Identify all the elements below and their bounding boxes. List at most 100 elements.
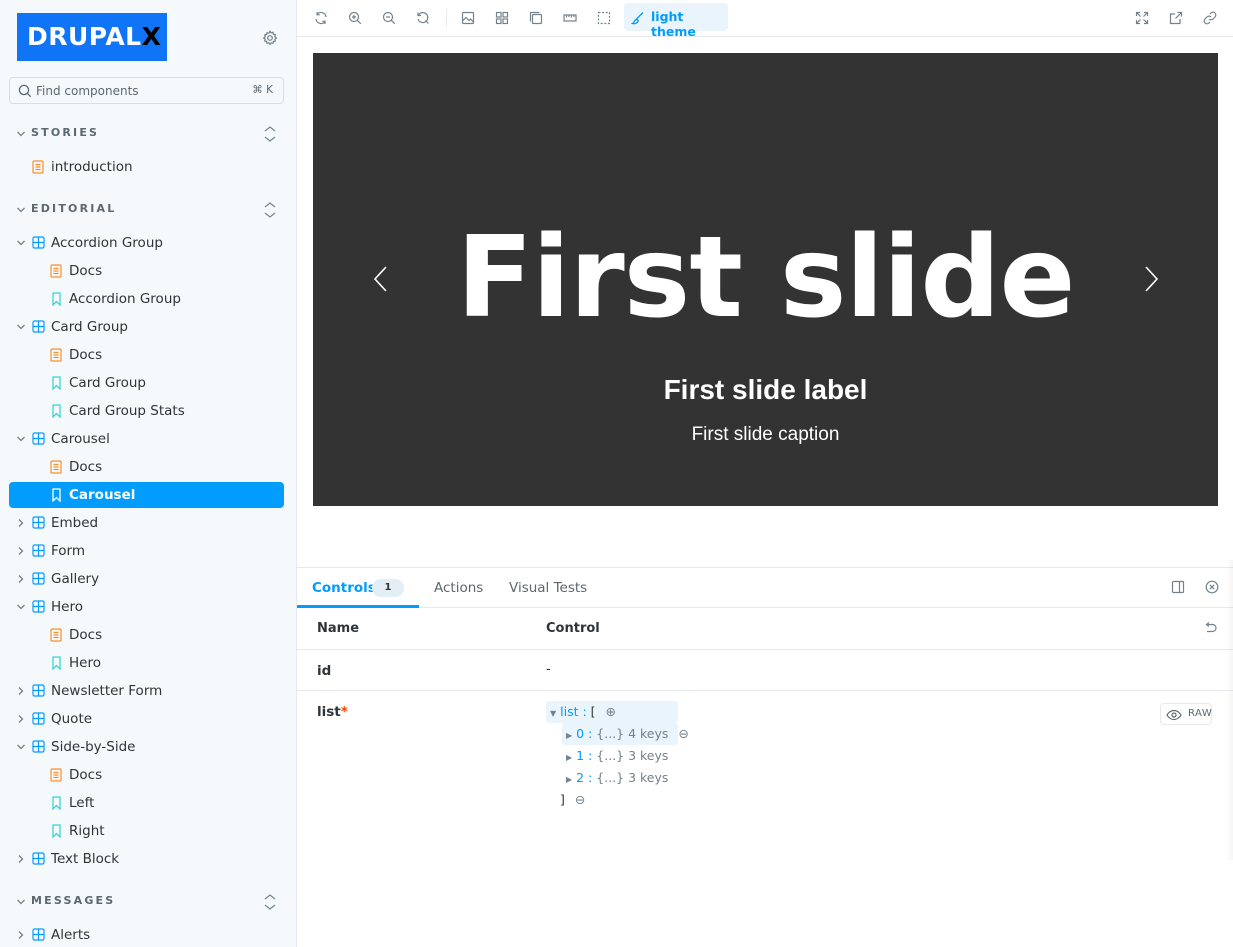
sidebar-item-card-group[interactable]: Card Group: [9, 314, 284, 340]
toolbar-divider: [446, 9, 447, 27]
sidebar-item-hero-docs[interactable]: Docs: [9, 622, 284, 648]
fullscreen-button[interactable]: [1130, 6, 1154, 30]
measure-button[interactable]: [558, 6, 582, 30]
sidebar-item-side-by-side-docs[interactable]: Docs: [9, 762, 284, 788]
json-entry-0[interactable]: ▶ 0 : {...} 4 keys ⊖: [562, 723, 689, 745]
section-stories[interactable]: STORIES: [0, 124, 296, 144]
panel-orientation-button[interactable]: [1171, 580, 1187, 596]
sidebar-item-label: Docs: [69, 347, 103, 363]
slide-caption: First slide caption: [691, 424, 840, 445]
json-summary: {...}: [596, 748, 625, 763]
chevron-right-icon: [18, 519, 24, 527]
json-root-line[interactable]: ▼ list : [ ⊕: [546, 701, 678, 723]
component-icon: [32, 432, 45, 445]
remove-item-icon[interactable]: ⊖: [678, 726, 688, 741]
expand-collapse-icon[interactable]: [262, 124, 278, 144]
sidebar-item-label: Carousel: [69, 487, 136, 503]
grid-button[interactable]: [490, 6, 514, 30]
close-panel-button[interactable]: [1205, 580, 1221, 596]
slide-label: First slide label: [663, 374, 868, 405]
settings-button[interactable]: [259, 27, 281, 49]
sidebar-item-hero-story[interactable]: Hero: [9, 650, 284, 676]
required-marker: *: [340, 704, 348, 720]
search-icon: [18, 84, 32, 98]
gear-icon: [262, 30, 278, 46]
tab-visual-tests[interactable]: Visual Tests: [494, 568, 604, 608]
sidebar-item-side-by-side-left[interactable]: Left: [9, 790, 284, 816]
remove-list-icon[interactable]: ⊖: [575, 792, 585, 807]
document-icon: [50, 460, 62, 474]
zoom-reset-button[interactable]: [411, 6, 435, 30]
section-editorial[interactable]: EDITORIAL: [0, 200, 296, 220]
sidebar-item-alerts[interactable]: Alerts: [9, 922, 284, 947]
sidebar-item-newsletter-form[interactable]: Newsletter Form: [9, 678, 284, 704]
sidebar-item-accordion-group-story[interactable]: Accordion Group: [9, 286, 284, 312]
sidebar-item-accordion-group[interactable]: Accordion Group: [9, 230, 284, 256]
sidebar-item-gallery[interactable]: Gallery: [9, 566, 284, 592]
copy-link-button[interactable]: [1198, 6, 1222, 30]
grid-icon: [495, 11, 509, 25]
sidebar-item-label: Quote: [51, 711, 93, 727]
control-name: id: [317, 663, 332, 679]
zoom-in-button[interactable]: [343, 6, 367, 30]
sidebar-item-quote[interactable]: Quote: [9, 706, 284, 732]
component-icon: [32, 684, 45, 697]
json-entry-1[interactable]: ▶ 1 : {...} 3 keys: [562, 745, 668, 767]
sidebar-item-card-group-stats[interactable]: Card Group Stats: [9, 398, 284, 424]
reset-controls-button[interactable]: [1203, 621, 1217, 639]
sidebar-item-embed[interactable]: Embed: [9, 510, 284, 536]
theme-toggle-button[interactable]: light theme: [624, 3, 728, 39]
sidebar-item-label: Accordion Group: [51, 235, 163, 251]
open-new-tab-button[interactable]: [1164, 6, 1188, 30]
link-icon: [1203, 11, 1217, 25]
component-icon: [32, 572, 45, 585]
bookmark-icon: [52, 488, 61, 502]
json-entry-2[interactable]: ▶ 2 : {...} 3 keys: [562, 767, 668, 789]
bookmark-icon: [52, 376, 61, 390]
component-icon: [32, 852, 45, 865]
carousel-prev-button[interactable]: [371, 263, 393, 295]
sidebar-item-hero[interactable]: Hero: [9, 594, 284, 620]
bookmark-icon: [52, 404, 61, 418]
carousel-next-button[interactable]: [1139, 263, 1161, 295]
component-icon: [32, 740, 45, 753]
sidebar-item-accordion-group-docs[interactable]: Docs: [9, 258, 284, 284]
sidebar-item-carousel-story[interactable]: Carousel: [9, 482, 284, 508]
expand-collapse-icon[interactable]: [262, 892, 278, 912]
chevron-right-icon: [18, 855, 24, 863]
sidebar-item-introduction[interactable]: introduction: [9, 154, 284, 180]
chevron-down-icon: [17, 604, 25, 610]
section-messages[interactable]: MESSAGES: [0, 892, 296, 912]
chevron-right-icon: [18, 575, 24, 583]
controls-table-header: Name Control: [297, 609, 1233, 650]
outline-button[interactable]: [592, 6, 616, 30]
json-count: 3 keys: [628, 748, 669, 763]
sidebar-item-form[interactable]: Form: [9, 538, 284, 564]
sidebar-item-card-group-docs[interactable]: Docs: [9, 342, 284, 368]
viewport-button[interactable]: [524, 6, 548, 30]
browser-icon: [529, 11, 543, 25]
close-circle-icon: [1205, 580, 1219, 594]
chevron-down-icon: [17, 207, 25, 213]
expand-collapse-icon[interactable]: [262, 200, 278, 220]
brand-logo[interactable]: DRUPALX: [17, 13, 167, 61]
paintbrush-icon: [631, 12, 644, 25]
sidebar-item-carousel[interactable]: Carousel: [9, 426, 284, 452]
section-label: STORIES: [31, 126, 100, 139]
caret-right-icon: ▶: [566, 753, 573, 762]
add-item-icon[interactable]: ⊕: [606, 704, 616, 719]
background-button[interactable]: [456, 6, 480, 30]
sidebar-item-card-group-story[interactable]: Card Group: [9, 370, 284, 396]
controls-count-badge: 1: [372, 579, 404, 597]
sidebar-item-side-by-side-right[interactable]: Right: [9, 818, 284, 844]
search-input[interactable]: [36, 78, 236, 103]
theme-label: light theme: [651, 9, 696, 39]
sidebar-item-side-by-side[interactable]: Side-by-Side: [9, 734, 284, 760]
remount-button[interactable]: [309, 6, 333, 30]
zoom-out-button[interactable]: [377, 6, 401, 30]
sidebar-item-text-block[interactable]: Text Block: [9, 846, 284, 872]
raw-toggle-button[interactable]: RAW: [1160, 703, 1212, 725]
caret-right-icon: ▶: [566, 775, 573, 784]
tab-controls[interactable]: Controls 1: [297, 568, 419, 608]
sidebar-item-carousel-docs[interactable]: Docs: [9, 454, 284, 480]
